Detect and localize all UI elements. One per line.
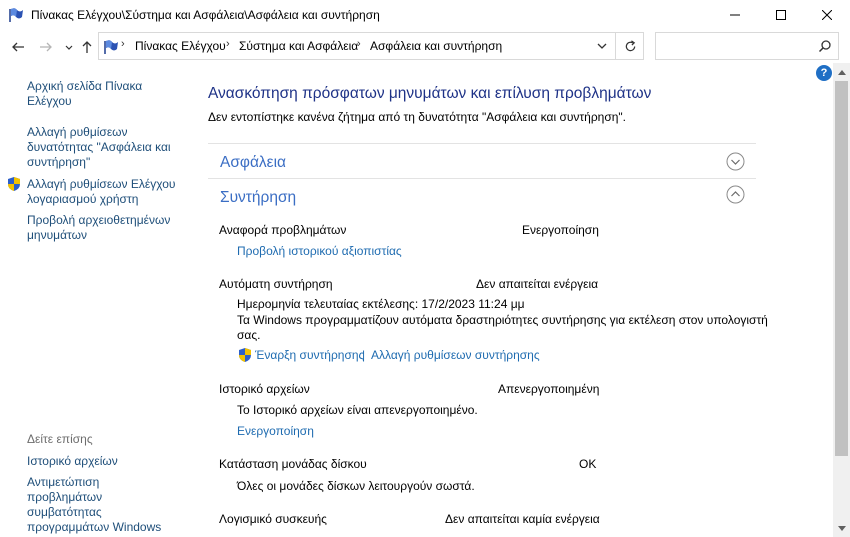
divider <box>208 178 756 179</box>
breadcrumb-control-panel[interactable]: Πίνακας Ελέγχου <box>135 39 226 53</box>
problem-reporting-label: Αναφορά προβλημάτων <box>219 223 347 237</box>
auto-maintenance-label: Αυτόματη συντήρηση <box>219 277 333 291</box>
section-maintenance-header[interactable]: Συντήρηση <box>220 189 296 207</box>
window-title: Πίνακας Ελέγχου\Σύστημα και Ασφάλεια\Ασφ… <box>31 8 380 22</box>
page-title: Ανασκόπηση πρόσφατων μηνυμάτων και επίλυ… <box>208 85 652 102</box>
auto-maintenance-status: Δεν απαιτείται ενέργεια <box>476 277 599 291</box>
sidebar-item-label: συμβατότητας <box>27 505 102 519</box>
refresh-icon <box>625 39 635 51</box>
sidebar-item-label: μηνυμάτων <box>27 228 87 242</box>
uac-shield-icon <box>8 177 20 191</box>
start-maintenance-link[interactable]: Έναρξη συντήρησης <box>255 348 364 362</box>
refresh-button[interactable] <box>615 32 644 60</box>
scroll-down-button[interactable] <box>833 520 850 537</box>
auto-maintenance-last-run: Ημερομηνία τελευταίας εκτέλεσης: 17/2/20… <box>237 297 525 311</box>
turn-on-file-history-link[interactable]: Ενεργοποίηση <box>237 424 314 438</box>
chevron-down-icon <box>65 45 73 50</box>
control-panel-flag-icon <box>104 40 118 54</box>
maximize-button[interactable] <box>758 0 804 30</box>
sidebar-item-label: λογαριασμού χρήστη <box>27 192 139 206</box>
sidebar-file-history[interactable]: Ιστορικό αρχείων <box>27 454 177 469</box>
page-subtitle: Δεν εντοπίστηκε κανένα ζήτημα από τη δυν… <box>208 110 627 124</box>
file-history-description: Το Ιστορικό αρχείων είναι απενεργοποιημέ… <box>237 403 478 417</box>
breadcrumb-separator-icon[interactable]: › <box>357 38 361 50</box>
arrow-up-icon <box>82 41 92 53</box>
see-also-heading: Δείτε επίσης <box>27 432 93 446</box>
drive-status-label: Κατάσταση μονάδας δίσκου <box>219 457 367 471</box>
breadcrumb-system-security[interactable]: Σύστημα και Ασφάλεια <box>239 39 358 53</box>
recent-locations-button[interactable] <box>60 38 78 56</box>
sidebar-item-label: δυνατότητας "Ασφάλεια και <box>27 140 171 154</box>
close-button[interactable] <box>804 0 850 30</box>
search-box[interactable] <box>655 32 839 60</box>
up-button[interactable] <box>78 38 96 56</box>
auto-maintenance-description: Τα Windows προγραμματίζουν αυτόματα δρασ… <box>237 313 768 327</box>
device-software-status: Δεν απαιτείται καμία ενέργεια <box>445 512 600 526</box>
scroll-up-arrow-icon <box>837 69 846 75</box>
scroll-down-arrow-icon <box>837 525 846 531</box>
control-panel-flag-icon <box>9 8 23 22</box>
scroll-thumb[interactable] <box>835 81 848 456</box>
address-bar[interactable]: › Πίνακας Ελέγχου › Σύστημα και Ασφάλεια… <box>98 32 644 60</box>
sidebar-item-label: Ελέγχου <box>27 94 72 108</box>
title-bar: Πίνακας Ελέγχου\Σύστημα και Ασφάλεια\Ασφ… <box>0 0 850 30</box>
search-icon[interactable] <box>818 39 832 53</box>
device-software-label: Λογισμικό συσκευής <box>219 512 327 526</box>
sidebar-view-archived-messages[interactable]: Προβολή αρχειοθετημένων μηνυμάτων <box>27 213 177 243</box>
change-maintenance-settings-link[interactable]: Αλλαγή ρυθμίσεων συντήρησης <box>371 348 540 362</box>
sidebar-item-label: Αντιμετώπιση προβλημάτων <box>27 475 103 504</box>
sidebar-control-panel-home[interactable]: Αρχική σελίδα Πίνακα Ελέγχου <box>27 79 177 109</box>
expand-security-chevron-icon[interactable] <box>726 152 745 171</box>
link-separator: | <box>362 348 366 362</box>
minimize-button[interactable] <box>712 0 758 30</box>
drive-status-description: Όλες οι μονάδες δίσκων λειτουργούν σωστά… <box>237 479 475 493</box>
breadcrumb-separator-icon[interactable]: › <box>226 38 230 50</box>
maximize-icon <box>776 10 786 20</box>
sidebar-item-label: προγραμμάτων Windows <box>27 520 162 534</box>
uac-shield-icon <box>239 348 251 362</box>
sidebar: Αρχική σελίδα Πίνακα Ελέγχου Αλλαγή ρυθμ… <box>0 63 195 537</box>
minimize-icon <box>730 14 740 16</box>
scroll-up-button[interactable] <box>833 63 850 80</box>
breadcrumb-security-maintenance[interactable]: Ασφάλεια και συντήρηση <box>370 39 502 53</box>
file-history-status: Απενεργοποιημένη <box>498 382 600 396</box>
arrow-right-icon <box>40 42 52 52</box>
arrow-left-icon <box>12 42 24 52</box>
sidebar-compatibility-troubleshooter[interactable]: Αντιμετώπιση προβλημάτων συμβατότητας πρ… <box>27 475 177 535</box>
auto-maintenance-description: σας. <box>237 328 261 342</box>
collapse-maintenance-chevron-icon[interactable] <box>726 185 745 204</box>
sidebar-change-uac-settings[interactable]: Αλλαγή ρυθμίσεων Ελέγχου λογαριασμού χρή… <box>27 177 177 207</box>
search-input[interactable] <box>660 37 810 55</box>
section-security-header[interactable]: Ασφάλεια <box>220 154 286 172</box>
file-history-label: Ιστορικό αρχείων <box>219 382 310 396</box>
address-dropdown-icon[interactable] <box>595 39 609 53</box>
sidebar-item-label: Προβολή αρχειοθετημένων <box>27 213 171 227</box>
forward-button[interactable] <box>37 38 55 56</box>
sidebar-change-security-settings[interactable]: Αλλαγή ρυθμίσεων δυνατότητας "Ασφάλεια κ… <box>27 125 177 170</box>
sidebar-item-label: Αλλαγή ρυθμίσεων <box>27 125 128 139</box>
sidebar-item-label: Ιστορικό αρχείων <box>27 454 118 468</box>
problem-reporting-status: Ενεργοποίηση <box>522 223 599 237</box>
close-icon <box>822 10 832 20</box>
vertical-scrollbar[interactable] <box>833 63 850 537</box>
view-reliability-history-link[interactable]: Προβολή ιστορικού αξιοπιστίας <box>237 244 402 258</box>
divider <box>208 143 756 144</box>
breadcrumb-separator-icon[interactable]: › <box>121 38 125 50</box>
sidebar-item-label: συντήρηση" <box>27 155 91 169</box>
drive-status-status: OK <box>579 457 597 471</box>
sidebar-item-label: Αρχική σελίδα Πίνακα <box>27 79 143 93</box>
back-button[interactable] <box>9 38 27 56</box>
sidebar-item-label: Αλλαγή ρυθμίσεων Ελέγχου <box>27 177 176 191</box>
main-content: Ανασκόπηση πρόσφατων μηνυμάτων και επίλυ… <box>195 63 832 537</box>
